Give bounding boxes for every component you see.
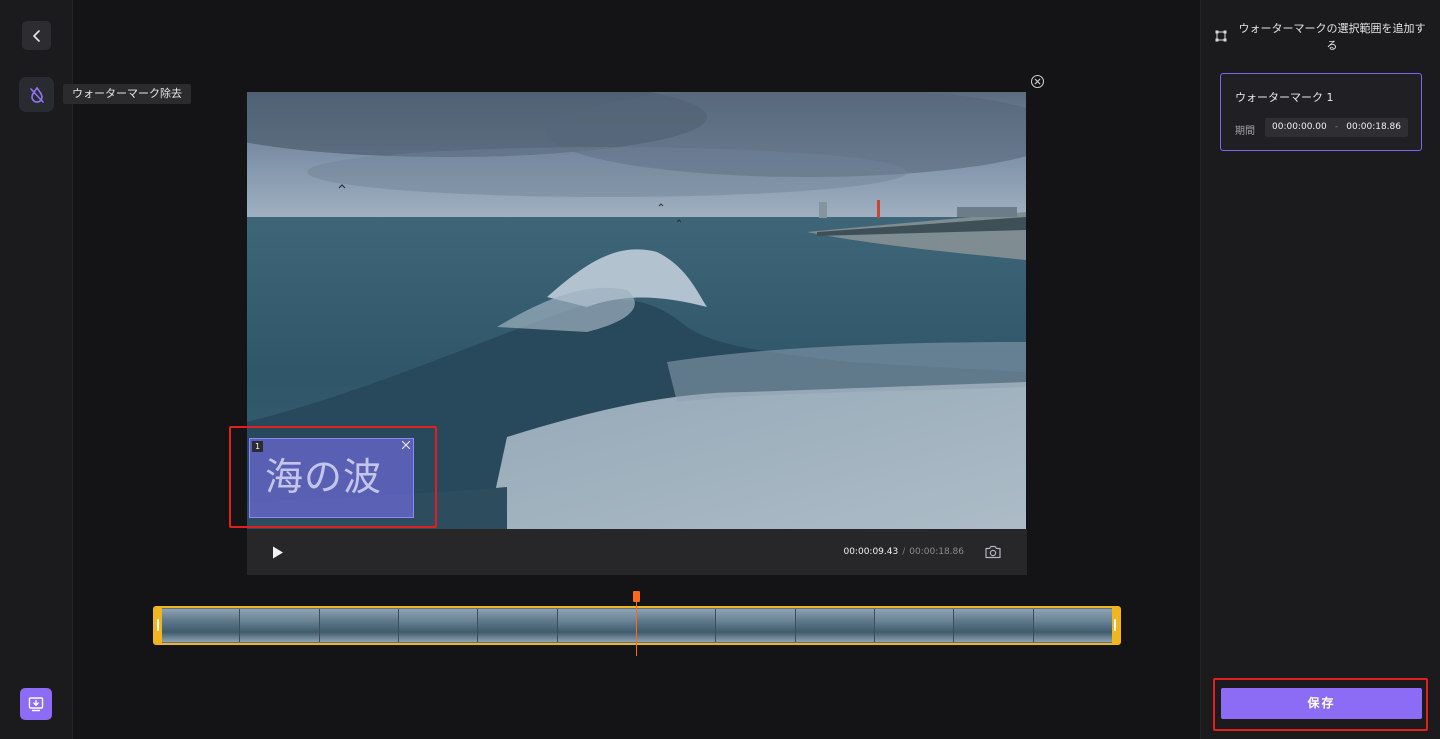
play-icon[interactable] — [271, 545, 285, 560]
timeline-frame — [795, 609, 875, 642]
tool-tooltip: ウォーターマーク除去 — [63, 84, 191, 104]
time-separator: / — [902, 547, 906, 557]
back-button[interactable] — [22, 21, 51, 50]
add-region-label: ウォーターマークの選択範囲を追加する — [1238, 22, 1426, 52]
watermark-text: 海の波 — [265, 455, 383, 499]
timeline-frame — [557, 609, 637, 642]
watermark-index-badge: 1 — [252, 441, 263, 452]
timeline-start-handle[interactable] — [155, 608, 162, 643]
timeline-frame — [874, 609, 955, 642]
save-highlight — [1213, 678, 1428, 731]
playhead-handle[interactable] — [633, 591, 640, 602]
timeline-frame — [716, 609, 796, 642]
add-watermark-region-button[interactable]: ウォーターマークの選択範囲を追加する — [1215, 20, 1433, 54]
timeline-frame — [1033, 609, 1113, 642]
timeline-frame — [478, 609, 558, 642]
timeline-frame — [240, 609, 320, 642]
close-circle-icon[interactable] — [1030, 74, 1045, 89]
playhead-line — [636, 600, 637, 656]
duration-range[interactable]: 00:00:00.00 - 00:00:18.86 — [1265, 118, 1408, 137]
timeline-end-handle[interactable] — [1112, 608, 1119, 643]
player-controls: 00:00:09.43/00:00:18.86 — [247, 529, 1027, 575]
watermark-remove-tool-button[interactable] — [19, 77, 54, 112]
right-panel: ウォーターマークの選択範囲を追加する ウォーターマーク 1 期間 00:00:0… — [1200, 0, 1440, 739]
duration-label: 期間 — [1235, 126, 1255, 137]
watermark-selection-box[interactable]: 1 海の波 — [249, 438, 414, 518]
export-button[interactable] — [20, 688, 52, 720]
timeline-thumbnails — [161, 609, 1113, 642]
watermark-card[interactable]: ウォーターマーク 1 期間 00:00:00.00 - 00:00:18.86 — [1220, 73, 1422, 151]
watermark-card-title: ウォーターマーク 1 — [1235, 91, 1334, 104]
duration-end: 00:00:18.86 — [1346, 122, 1401, 132]
selection-frame-icon — [1215, 30, 1227, 42]
duration-start: 00:00:00.00 — [1272, 122, 1327, 132]
timeline-frame — [161, 609, 241, 642]
time-readout: 00:00:09.43/00:00:18.86 — [843, 546, 964, 558]
timeline-frame — [954, 609, 1034, 642]
timeline-frame — [398, 609, 479, 642]
timeline-frame — [636, 609, 717, 642]
export-monitor-icon — [28, 697, 44, 712]
current-time: 00:00:09.43 — [843, 547, 899, 557]
watermark-remove-icon — [29, 86, 44, 103]
duration-dash: - — [1335, 122, 1339, 132]
left-rail — [0, 0, 73, 739]
camera-icon[interactable] — [984, 544, 1002, 560]
total-time: 00:00:18.86 — [909, 547, 964, 557]
chevron-left-icon — [32, 29, 40, 42]
close-icon[interactable] — [400, 439, 412, 451]
timeline-frame — [319, 609, 399, 642]
timeline-track[interactable] — [153, 606, 1121, 645]
